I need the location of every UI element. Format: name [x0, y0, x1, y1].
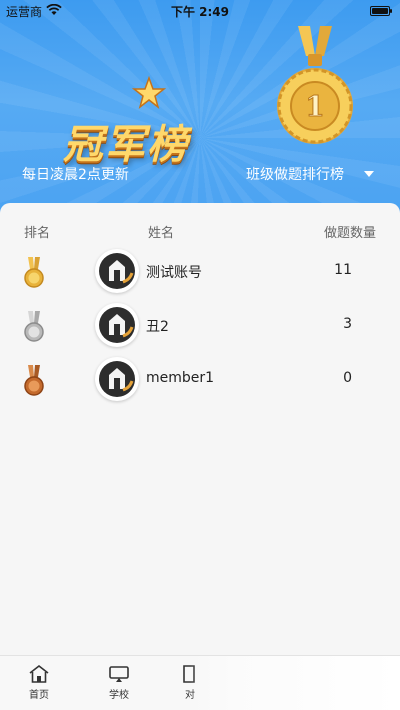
champion-title: 冠军榜	[63, 121, 189, 168]
avatar	[95, 303, 139, 347]
svg-text:1: 1	[305, 90, 324, 123]
bronze-medal-icon	[24, 365, 44, 396]
user-name: member1	[146, 370, 215, 386]
ranking-type-label: 班级做题排行榜	[246, 167, 344, 183]
status-time: 下午 2:49	[170, 5, 230, 19]
silver-medal-icon	[24, 311, 44, 342]
battery-icon	[370, 6, 392, 16]
tab-label: 首页	[29, 690, 49, 701]
tab-label: 学校	[109, 690, 129, 701]
user-name: 丑2	[146, 319, 169, 335]
gold-medal-large-icon: 1	[277, 26, 353, 144]
question-count: 3	[343, 316, 352, 332]
tab-home[interactable]: 首页	[9, 664, 69, 701]
star-icon	[132, 76, 166, 109]
tabbar-fade-overlay	[190, 656, 400, 710]
ranking-type-dropdown[interactable]: 班级做题排行榜	[246, 164, 374, 184]
question-count: 0	[343, 370, 352, 386]
table-row[interactable]: 丑2 3	[0, 299, 400, 353]
champion-title-art: 冠军榜	[36, 40, 216, 168]
table-row[interactable]: member1 0	[0, 353, 400, 407]
rank-column-header: 排名	[24, 226, 51, 241]
ranking-panel: 排名 姓名 做题数量 测试账号 11 丑2 3 member1 0	[0, 203, 400, 655]
update-note: 每日凌晨2点更新	[22, 167, 129, 183]
count-column-header: 做题数量	[323, 226, 376, 241]
avatar	[95, 249, 139, 293]
dropdown-arrow-icon	[364, 171, 374, 177]
monitor-icon	[109, 666, 129, 682]
table-row[interactable]: 测试账号 11	[0, 245, 400, 299]
bottom-tab-bar: 首页 学校 对	[0, 655, 400, 710]
user-name: 测试账号	[146, 265, 202, 281]
gold-medal-icon	[24, 257, 44, 288]
home-icon	[29, 664, 49, 683]
status-bar: 运营商 下午 2:49	[0, 0, 400, 22]
header-banner: 运营商 下午 2:49 冠军榜 1 每日凌晨2点更新 班级做题排行榜	[0, 0, 400, 230]
avatar	[95, 357, 139, 401]
name-column-header: 姓名	[148, 226, 175, 241]
question-count: 11	[334, 262, 352, 278]
tab-school[interactable]: 学校	[89, 664, 149, 701]
